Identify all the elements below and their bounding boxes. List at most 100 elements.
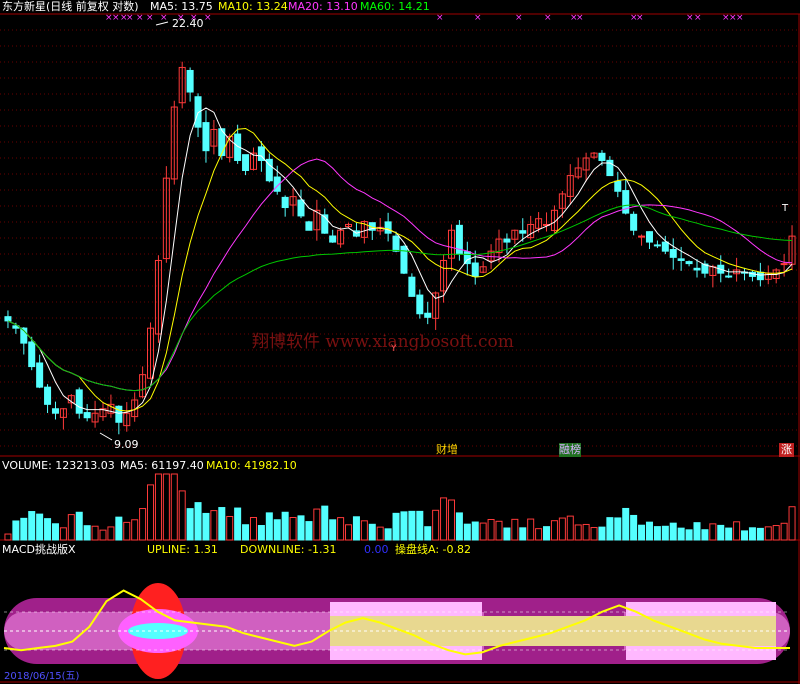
volume-bar: [598, 526, 606, 541]
volume-bar: [194, 502, 202, 541]
ma10-label: MA10: 13.24: [218, 0, 288, 13]
volume-bar: [265, 512, 273, 541]
volume-bar: [384, 528, 392, 541]
signal-y-mark: Y: [391, 344, 397, 354]
volume-bar: [123, 521, 131, 541]
candle-body: [638, 235, 646, 238]
volume-bar: [360, 520, 368, 541]
volume-bar: [590, 527, 598, 541]
volume-bar: [543, 526, 551, 541]
volume-bar: [178, 490, 186, 541]
signal-x-mark: ×: [576, 13, 584, 23]
macd-downline: DOWNLINE: -1.31: [240, 543, 337, 556]
candle-body: [653, 244, 661, 247]
volume-bar: [606, 517, 614, 541]
signal-x-mark: ×: [126, 13, 134, 23]
low-pointer: [99, 432, 113, 441]
candle-body: [83, 412, 91, 419]
volume-bar: [345, 524, 353, 541]
candle-body: [392, 235, 400, 252]
volume-bar: [764, 526, 772, 541]
candle-body: [669, 249, 677, 258]
volume-bar: [162, 473, 170, 541]
signal-x-mark: ×: [636, 13, 644, 23]
volume-bar: [12, 520, 20, 541]
volume-bar: [131, 519, 139, 541]
signal-x-mark: ×: [204, 13, 212, 23]
volume-bar: [91, 525, 99, 541]
candle-body: [519, 230, 527, 234]
volume-bar: [44, 518, 52, 541]
volume-label: VOLUME: 123213.03: [2, 459, 115, 472]
chart-title: 东方新星(日线 前复权 对数): [2, 0, 139, 13]
candle-body: [51, 408, 59, 414]
volume-bar: [645, 521, 653, 541]
candle-body: [424, 312, 432, 318]
volume-bar: [780, 522, 788, 541]
volume-bar: [139, 508, 147, 541]
candle-body: [36, 362, 44, 388]
volume-bar: [51, 523, 59, 541]
candle-body: [329, 235, 337, 243]
volume-bar: [741, 530, 749, 541]
volume-bar: [495, 520, 503, 541]
ma60-line: [7, 204, 793, 392]
volume-bar: [701, 529, 709, 541]
volume-bar: [661, 525, 669, 541]
volume-bar: [352, 516, 360, 541]
candle-body: [384, 221, 392, 234]
volume-ma10-label: MA10: 41982.10: [206, 459, 297, 472]
volume-bar: [170, 473, 178, 541]
candle-body: [685, 261, 693, 265]
volume-bar: [234, 507, 242, 541]
volume-bar: [75, 511, 83, 541]
stock-chart: × × × × × × × × × × × × × × × × × × × × × × × 东方新星(日线 前复权 对数) …: [0, 0, 800, 684]
candle-body: [756, 271, 764, 281]
volume-bar: [59, 527, 67, 541]
signal-x-mark: ×: [436, 13, 444, 23]
candle-body: [645, 231, 653, 243]
candle-body: [598, 152, 606, 161]
macd-zero: 0.00: [364, 543, 389, 556]
candle-body: [281, 196, 289, 209]
volume-bar: [4, 533, 12, 541]
volume-bar: [297, 515, 305, 541]
volume-bar: [638, 524, 646, 541]
volume-bar: [748, 527, 756, 541]
volume-bar: [257, 525, 265, 541]
watermark: 翔博软件 www.xiangbosoft.com: [252, 332, 514, 352]
volume-bar: [376, 526, 384, 541]
volume-bar: [202, 512, 210, 541]
volume-bar: [226, 515, 234, 541]
candle-body: [630, 213, 638, 231]
signal-x-mark: ×: [146, 13, 154, 23]
volume-bar: [273, 519, 281, 541]
volume-bar: [630, 514, 638, 541]
volume-bar: [186, 508, 194, 541]
volume-bar: [733, 521, 741, 541]
volume-bar: [107, 526, 115, 541]
volume-bar: [653, 526, 661, 541]
volume-bar: [455, 512, 463, 541]
volume-bar: [67, 514, 75, 541]
volume-bar: [313, 508, 321, 541]
candle-body: [471, 262, 479, 277]
volume-bar: [424, 526, 432, 541]
volume-bar: [677, 527, 685, 541]
volume-bars: [4, 473, 796, 541]
volume-bar: [725, 527, 733, 541]
candle-body: [4, 316, 12, 322]
signal-x-mark: ×: [474, 13, 482, 23]
volume-bar: [329, 519, 337, 541]
volume-bar: [622, 507, 630, 541]
signal-marks: × × ×× × × × × × × × × × × ×× ×× × × × × ×: [99, 13, 744, 441]
volume-bar: [582, 523, 590, 541]
candle-body: [408, 276, 416, 297]
volume-bar: [20, 517, 28, 541]
volume-bar: [693, 522, 701, 541]
ma20-line: [7, 158, 793, 392]
ma5-line: [7, 107, 793, 414]
candle-body: [725, 275, 733, 278]
candle-body: [503, 238, 511, 243]
candle-body: [202, 122, 210, 152]
